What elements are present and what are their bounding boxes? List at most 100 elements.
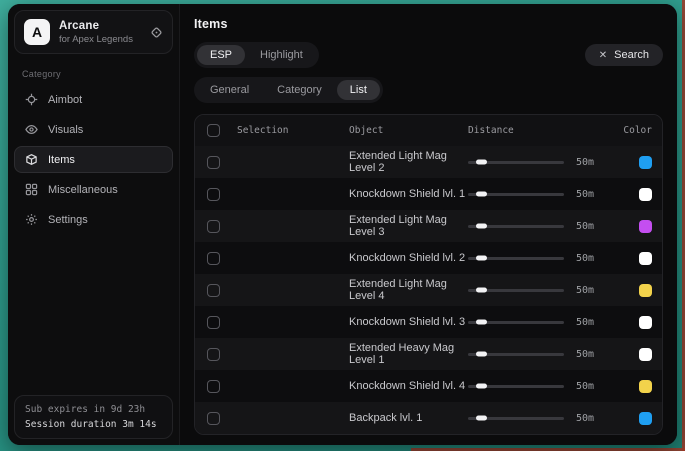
distance-value: 50m bbox=[576, 317, 622, 328]
table-row: Knockdown Shield lvl. 4 50m bbox=[195, 370, 662, 402]
color-swatch[interactable] bbox=[639, 220, 652, 233]
sidebar-item-label: Items bbox=[48, 154, 75, 166]
object-name: Knockdown Shield lvl. 1 bbox=[349, 188, 468, 200]
color-swatch[interactable] bbox=[639, 316, 652, 329]
row-checkbox[interactable] bbox=[207, 284, 220, 297]
row-checkbox[interactable] bbox=[207, 412, 220, 425]
slider-thumb[interactable] bbox=[476, 416, 487, 421]
slider-thumb[interactable] bbox=[476, 288, 487, 293]
sidebar: A Arcane for Apex Legends Category bbox=[8, 4, 180, 445]
distance-slider[interactable] bbox=[468, 412, 564, 424]
table-row: Backpack lvl. 1 50m bbox=[195, 402, 662, 434]
slider-thumb[interactable] bbox=[476, 192, 487, 197]
grid-icon bbox=[24, 183, 38, 196]
color-swatch[interactable] bbox=[639, 348, 652, 361]
distance-value: 50m bbox=[576, 349, 622, 360]
object-name: Knockdown Shield lvl. 2 bbox=[349, 252, 468, 264]
sidebar-item-aimbot[interactable]: Aimbot bbox=[14, 86, 173, 113]
slider-thumb[interactable] bbox=[476, 352, 487, 357]
sidebar-item-miscellaneous[interactable]: Miscellaneous bbox=[14, 176, 173, 203]
row-checkbox[interactable] bbox=[207, 220, 220, 233]
distance-value: 50m bbox=[576, 189, 622, 200]
gear-icon bbox=[24, 213, 38, 226]
tab-list[interactable]: List bbox=[337, 80, 380, 100]
sidebar-item-label: Visuals bbox=[48, 124, 83, 136]
object-name: Extended Light Mag Level 4 bbox=[349, 278, 468, 302]
session-duration-text: Session duration 3m 14s bbox=[25, 419, 162, 430]
color-swatch[interactable] bbox=[639, 188, 652, 201]
tab-esp[interactable]: ESP bbox=[197, 45, 245, 65]
col-header-color: Color bbox=[622, 125, 656, 136]
color-swatch[interactable] bbox=[639, 252, 652, 265]
distance-slider[interactable] bbox=[468, 348, 564, 360]
color-swatch[interactable] bbox=[639, 156, 652, 169]
object-name: Knockdown Shield lvl. 4 bbox=[349, 380, 468, 392]
distance-slider[interactable] bbox=[468, 156, 564, 168]
slider-thumb[interactable] bbox=[476, 224, 487, 229]
color-swatch[interactable] bbox=[639, 380, 652, 393]
row-checkbox[interactable] bbox=[207, 380, 220, 393]
table-row: Knockdown Shield lvl. 1 50m bbox=[195, 178, 662, 210]
sidebar-item-label: Aimbot bbox=[48, 94, 82, 106]
tab-general[interactable]: General bbox=[197, 80, 262, 100]
crosshair-icon bbox=[24, 93, 38, 106]
table-row: Knockdown Shield lvl. 3 50m bbox=[195, 306, 662, 338]
app-title: Arcane bbox=[59, 20, 141, 32]
sidebar-item-label: Miscellaneous bbox=[48, 184, 118, 196]
page-title: Items bbox=[194, 17, 663, 31]
distance-slider[interactable] bbox=[468, 188, 564, 200]
app-meta: Arcane for Apex Legends bbox=[59, 20, 141, 45]
object-name: Extended Heavy Mag Level 1 bbox=[349, 342, 468, 366]
sidebar-item-settings[interactable]: Settings bbox=[14, 206, 173, 233]
table-row: Knockdown Shield lvl. 2 50m bbox=[195, 242, 662, 274]
table-row: Extended Heavy Mag Level 1 50m bbox=[195, 338, 662, 370]
arcane-window: A Arcane for Apex Legends Category bbox=[8, 4, 677, 445]
object-name: Backpack lvl. 1 bbox=[349, 412, 468, 424]
controls-row: ESP Highlight ✕ Search bbox=[194, 42, 663, 68]
row-checkbox[interactable] bbox=[207, 156, 220, 169]
color-swatch[interactable] bbox=[639, 412, 652, 425]
search-button[interactable]: ✕ Search bbox=[585, 44, 663, 66]
main-panel: Items ESP Highlight ✕ Search General Cat… bbox=[180, 4, 677, 445]
row-checkbox[interactable] bbox=[207, 348, 220, 361]
col-header-selection: Selection bbox=[237, 125, 349, 136]
app-header-card: A Arcane for Apex Legends bbox=[14, 10, 173, 54]
slider-thumb[interactable] bbox=[476, 320, 487, 325]
tab-highlight[interactable]: Highlight bbox=[247, 45, 316, 65]
slider-thumb[interactable] bbox=[476, 160, 487, 165]
view-tabs: General Category List bbox=[194, 77, 383, 103]
table-body: Extended Light Mag Level 2 50m Knockdown… bbox=[195, 146, 662, 434]
distance-value: 50m bbox=[576, 381, 622, 392]
slider-thumb[interactable] bbox=[476, 256, 487, 261]
object-name: Knockdown Shield lvl. 3 bbox=[349, 316, 468, 328]
distance-slider[interactable] bbox=[468, 316, 564, 328]
sidebar-item-visuals[interactable]: Visuals bbox=[14, 116, 173, 143]
distance-value: 50m bbox=[576, 285, 622, 296]
session-info-box: Sub expires in 9d 23h Session duration 3… bbox=[14, 395, 173, 439]
object-name: Extended Light Mag Level 3 bbox=[349, 214, 468, 238]
category-label: Category bbox=[22, 69, 165, 79]
package-icon bbox=[24, 153, 38, 166]
color-swatch[interactable] bbox=[639, 284, 652, 297]
distance-slider[interactable] bbox=[468, 220, 564, 232]
sidebar-nav: Aimbot Visuals Items bbox=[14, 86, 173, 233]
distance-slider[interactable] bbox=[468, 380, 564, 392]
distance-value: 50m bbox=[576, 253, 622, 264]
distance-slider[interactable] bbox=[468, 284, 564, 296]
view-tabs-row: General Category List bbox=[194, 77, 663, 103]
slider-thumb[interactable] bbox=[476, 384, 487, 389]
select-all-checkbox[interactable] bbox=[207, 124, 220, 137]
app-logo: A bbox=[24, 19, 50, 45]
row-checkbox[interactable] bbox=[207, 252, 220, 265]
distance-value: 50m bbox=[576, 413, 622, 424]
row-checkbox[interactable] bbox=[207, 188, 220, 201]
tab-category[interactable]: Category bbox=[264, 80, 335, 100]
object-name: Extended Light Mag Level 2 bbox=[349, 150, 468, 174]
search-button-label: Search bbox=[614, 49, 649, 61]
app-subtitle: for Apex Legends bbox=[59, 34, 141, 45]
sidebar-item-label: Settings bbox=[48, 214, 88, 226]
table-row: Extended Light Mag Level 4 50m bbox=[195, 274, 662, 306]
distance-slider[interactable] bbox=[468, 252, 564, 264]
row-checkbox[interactable] bbox=[207, 316, 220, 329]
sidebar-item-items[interactable]: Items bbox=[14, 146, 173, 173]
